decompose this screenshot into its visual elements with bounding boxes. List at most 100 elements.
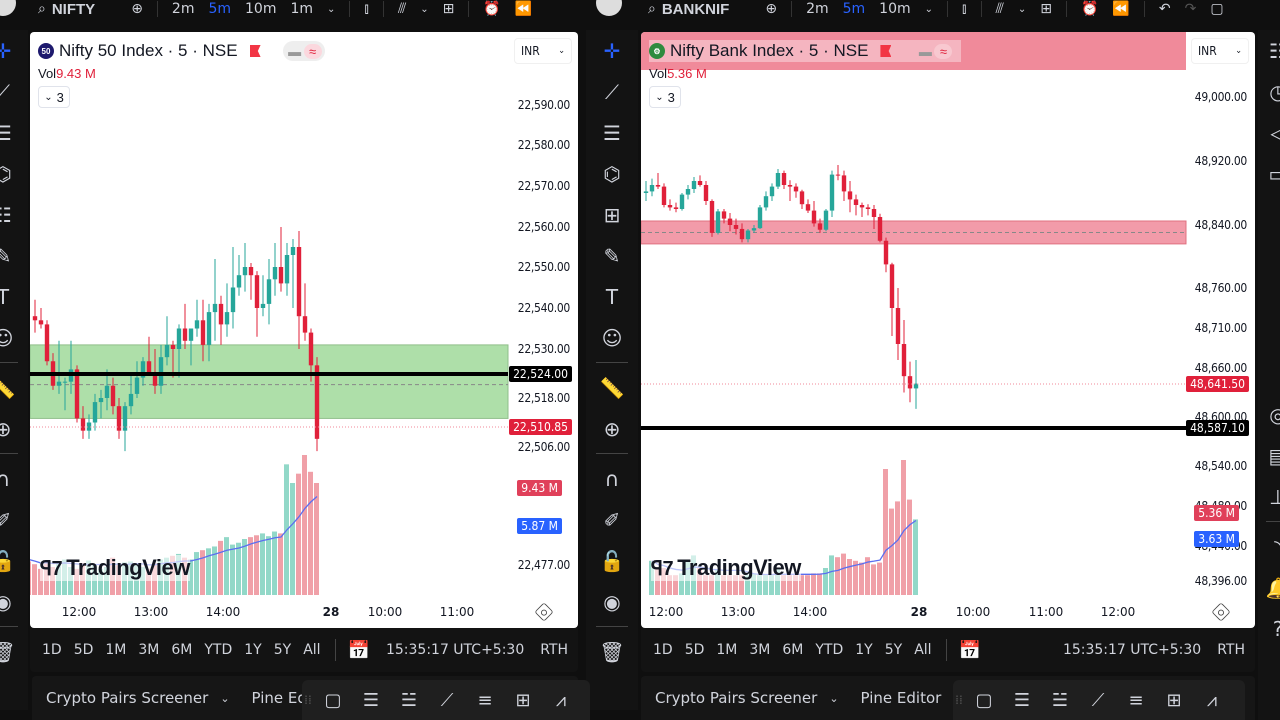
horizontal-lines-icon[interactable]: ≡ (1117, 690, 1155, 711)
clock-timezone[interactable]: 15:35:17 UTC+5:30 (1063, 642, 1201, 658)
currency-select[interactable]: INR ⌄ (1191, 38, 1249, 64)
indicators-icon[interactable]: ⫻ (996, 1, 1004, 17)
chat-icon[interactable]: ▭ (1258, 153, 1280, 194)
brush-icon[interactable]: ✎ (586, 235, 638, 276)
goto-date-icon[interactable]: 📅 (348, 640, 370, 661)
horizontal-lines-icon[interactable]: ≡ (466, 690, 504, 711)
zoom-in-icon[interactable]: ⊕ (586, 408, 638, 449)
alert-add-icon[interactable]: ⏰ (483, 1, 500, 17)
pattern-icon[interactable]: ⌬ (586, 153, 638, 194)
undo-icon[interactable]: ↶ (1159, 1, 1171, 17)
banknifty-chart-pane[interactable]: ꟼ7 TradingView ⚙ Nifty Bank Index · 5 · N… (641, 32, 1255, 628)
drag-handle-icon[interactable]: ⁞⁞ (953, 693, 965, 707)
range-3m[interactable]: 3M (138, 642, 159, 658)
tab-crypto-pairs-screener[interactable]: Crypto Pairs Screener (46, 689, 208, 707)
projection-tool-icon[interactable]: ⊞ (1155, 690, 1193, 711)
fib-icon[interactable]: ☰ (586, 112, 638, 153)
flag-icon[interactable] (880, 45, 892, 57)
candles-chart-type-icon[interactable]: ⫾ (962, 1, 966, 17)
rectangle-tool-icon[interactable]: ▢ (965, 690, 1003, 711)
lock-drawing-icon[interactable]: ✐ (586, 499, 638, 540)
time-axis[interactable]: 12:00 13:00 14:00 28 10:00 11:00 (30, 597, 578, 627)
banknifty-chart-canvas[interactable] (641, 32, 1255, 628)
help-icon[interactable]: ? (1258, 608, 1280, 649)
indicators-icon[interactable]: ⫻ (398, 1, 406, 17)
replay-icon[interactable]: ⏪ (515, 1, 532, 17)
nifty-chart-canvas[interactable] (30, 32, 578, 628)
replay-icon[interactable]: ⏪ (1112, 1, 1129, 17)
calendar-icon[interactable]: ▤ (1258, 435, 1280, 476)
indicators-chevron-icon[interactable]: ⌄ (1018, 4, 1026, 15)
symbol-search[interactable]: ⌕ BANKNIF (648, 1, 729, 18)
signal-icon[interactable]: ◝ (1258, 526, 1280, 567)
interval-1m[interactable]: 1m (290, 1, 313, 17)
rectangle-tool-icon[interactable]: ▢ (314, 690, 352, 711)
crosshair-icon[interactable]: ✛ (586, 30, 638, 71)
screener-chevron-icon[interactable]: ⌄ (829, 692, 838, 705)
hide-icon[interactable]: ◉ (586, 581, 638, 622)
range-all[interactable]: All (303, 642, 320, 658)
magnet-icon[interactable]: ∩ (0, 458, 28, 499)
tab-crypto-pairs-screener[interactable]: Crypto Pairs Screener (655, 689, 817, 707)
lock-drawing-icon[interactable]: ✐ (0, 499, 28, 540)
emoji-icon[interactable]: ☺ (586, 317, 638, 358)
path-tool-icon[interactable]: ⩘ (542, 690, 580, 711)
session-toggle[interactable]: RTH (1217, 642, 1245, 658)
range-6m[interactable]: 6M (782, 642, 803, 658)
interval-10m[interactable]: 10m (879, 1, 910, 17)
dom-icon[interactable]: ⊥ (1258, 476, 1280, 517)
range-1m[interactable]: 1M (105, 642, 126, 658)
hotlists-icon[interactable]: ◎ (1258, 394, 1280, 435)
drag-handle-icon[interactable]: ⁞⁞ (302, 693, 314, 707)
range-5y[interactable]: 5Y (274, 642, 291, 658)
interval-dropdown-chevron-icon[interactable]: ⌄ (327, 4, 335, 15)
wave-icon[interactable]: ≈ (934, 43, 953, 59)
text-icon[interactable]: T (586, 276, 638, 317)
path-tool-icon[interactable]: ⩘ (1193, 690, 1231, 711)
wave-icon[interactable]: ≈ (303, 43, 322, 59)
lock-icon[interactable]: 🔓 (586, 540, 638, 581)
range-6m[interactable]: 6M (171, 642, 192, 658)
minus-icon[interactable]: ▬ (286, 44, 304, 59)
range-5y[interactable]: 5Y (885, 642, 902, 658)
indicators-chevron-icon[interactable]: ⌄ (420, 4, 428, 15)
crosshair-icon[interactable]: ✛ (0, 30, 28, 71)
parallel-channel-icon[interactable]: ☰ (352, 690, 390, 711)
redo-icon[interactable]: ↷ (1185, 1, 1197, 17)
range-3m[interactable]: 3M (749, 642, 770, 658)
currency-select[interactable]: INR ⌄ (514, 38, 572, 64)
indicators-collapse-button[interactable]: ⌄ 3 (38, 86, 70, 108)
range-ytd[interactable]: YTD (815, 642, 843, 658)
time-axis[interactable]: 12:00 13:00 14:00 28 10:00 11:00 12:00 (641, 597, 1255, 627)
magnet-icon[interactable]: ∩ (586, 458, 638, 499)
range-1d[interactable]: 1D (42, 642, 62, 658)
indicators-collapse-button[interactable]: ⌄ 3 (649, 86, 681, 108)
trendline-tool-icon[interactable]: ⟋ (428, 690, 466, 711)
interval-dropdown-chevron-icon[interactable]: ⌄ (925, 4, 933, 15)
ruler-icon[interactable]: 📏 (0, 367, 28, 408)
projection-tool-icon[interactable]: ⊞ (504, 690, 542, 711)
prediction-icon[interactable]: ☷ (0, 194, 28, 235)
trash-icon[interactable]: 🗑 (586, 631, 638, 672)
ideas-icon[interactable]: ◁ (1258, 112, 1280, 153)
hide-icon[interactable]: ◉ (0, 581, 28, 622)
trendline-icon[interactable]: ⟋ (0, 71, 28, 112)
ruler-icon[interactable]: 📏 (586, 367, 638, 408)
trendline-icon[interactable]: ⟋ (586, 71, 638, 112)
session-toggle[interactable]: RTH (540, 642, 568, 658)
trendline-tool-icon[interactable]: ⟋ (1079, 690, 1117, 711)
layout-grid-icon[interactable]: ⊞ (443, 1, 455, 17)
range-ytd[interactable]: YTD (204, 642, 232, 658)
nifty-chart-pane[interactable]: ꟼ7 TradingView 50 Nifty 50 Index · 5 · NS… (30, 32, 578, 628)
interval-2m[interactable]: 2m (172, 1, 195, 17)
legend-toggle-pill[interactable]: ▬ ≈ (913, 41, 956, 61)
compare-add-icon[interactable]: ⊕ (131, 1, 143, 17)
interval-10m[interactable]: 10m (245, 1, 276, 17)
zoom-in-icon[interactable]: ⊕ (0, 408, 28, 449)
compare-add-icon[interactable]: ⊕ (765, 1, 777, 17)
pattern-icon[interactable]: ⌬ (0, 153, 28, 194)
fullscreen-icon[interactable]: ▢ (1210, 1, 1223, 17)
fib-icon[interactable]: ☰ (0, 112, 28, 153)
range-1m[interactable]: 1M (716, 642, 737, 658)
interval-2m[interactable]: 2m (806, 1, 829, 17)
